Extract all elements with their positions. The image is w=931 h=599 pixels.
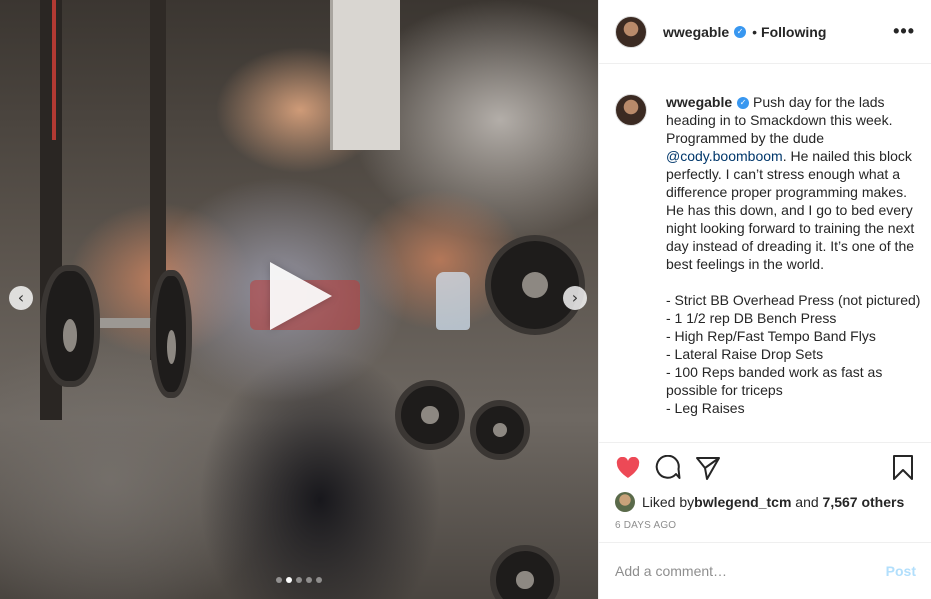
carousel-dot bbox=[316, 577, 322, 583]
liker-avatar[interactable] bbox=[615, 492, 635, 512]
verified-badge-icon: ✓ bbox=[737, 97, 750, 110]
media-scene-bottle bbox=[436, 272, 470, 330]
likes-middle: and bbox=[791, 494, 823, 510]
caption-mention-link[interactable]: @cody.boomboom bbox=[666, 148, 783, 164]
media-scene-fridge bbox=[330, 0, 400, 150]
caption-section: wwegable ✓ Push day for the lads heading … bbox=[599, 65, 931, 442]
likes-summary: Liked by bwlegend_tcm and 7,567 others bbox=[615, 492, 916, 512]
likes-prefix: Liked by bbox=[642, 494, 695, 510]
play-icon[interactable] bbox=[270, 262, 332, 330]
chevron-left-icon: ‹ bbox=[17, 288, 25, 307]
post-actions: Liked by bwlegend_tcm and 7,567 others 6… bbox=[599, 442, 931, 531]
media-scene-plate bbox=[40, 265, 100, 387]
post-media[interactable]: ‹ › bbox=[0, 0, 598, 599]
post-header: wwegable ✓ • Following ••• bbox=[599, 0, 931, 64]
carousel-dot bbox=[296, 577, 302, 583]
heart-filled-icon[interactable] bbox=[615, 455, 641, 481]
header-username[interactable]: wwegable bbox=[663, 24, 729, 40]
post-sidebar: wwegable ✓ • Following ••• wwegable ✓ Pus… bbox=[598, 0, 931, 599]
media-scene-plate bbox=[485, 235, 585, 335]
media-scene-plate bbox=[470, 400, 530, 460]
likes-others-link[interactable]: 7,567 others bbox=[823, 494, 905, 510]
carousel-dot-active bbox=[286, 577, 292, 583]
carousel-dot bbox=[306, 577, 312, 583]
more-options-icon[interactable]: ••• bbox=[893, 21, 915, 42]
share-icon[interactable] bbox=[695, 455, 721, 481]
media-scene-plate bbox=[490, 545, 560, 599]
chevron-right-icon: › bbox=[571, 288, 579, 307]
action-icons-row bbox=[615, 443, 916, 493]
bookmark-icon[interactable] bbox=[890, 455, 916, 481]
following-button[interactable]: Following bbox=[761, 24, 826, 40]
avatar[interactable] bbox=[615, 15, 647, 48]
caption-body: . He nailed this block perfectly. I can’… bbox=[666, 148, 921, 416]
comment-form: Post bbox=[599, 542, 931, 599]
post-timestamp[interactable]: 6 DAYS AGO bbox=[615, 520, 916, 531]
media-scene-plate bbox=[150, 270, 192, 398]
verified-badge-icon: ✓ bbox=[734, 25, 747, 38]
header-separator: • bbox=[752, 23, 758, 40]
caption-avatar[interactable] bbox=[615, 94, 647, 126]
carousel-dot bbox=[276, 577, 282, 583]
caption-text: wwegable ✓ Push day for the lads heading … bbox=[666, 93, 922, 442]
comment-icon[interactable] bbox=[655, 455, 681, 481]
carousel-next-button[interactable]: › bbox=[563, 286, 587, 310]
media-scene-plate bbox=[395, 380, 465, 450]
caption-username[interactable]: wwegable bbox=[666, 94, 732, 110]
post-comment-button[interactable]: Post bbox=[886, 563, 916, 579]
media-scene-band bbox=[52, 0, 56, 140]
carousel-prev-button[interactable]: ‹ bbox=[9, 286, 33, 310]
carousel-indicator bbox=[276, 577, 322, 583]
liker-username[interactable]: bwlegend_tcm bbox=[694, 494, 791, 510]
comment-input[interactable] bbox=[615, 563, 886, 579]
